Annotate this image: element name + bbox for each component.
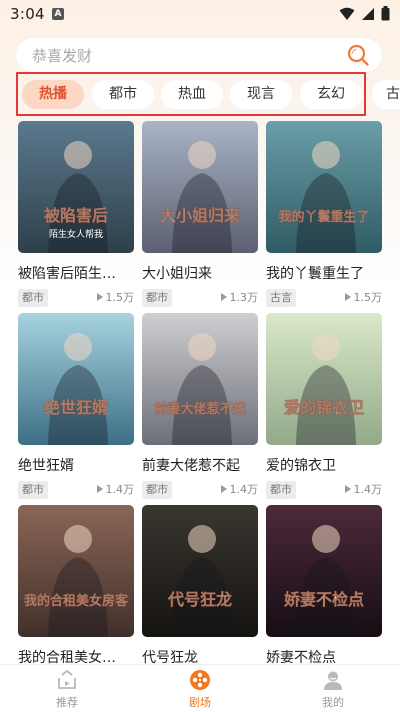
poster-title-text: 前妻大佬惹不起	[154, 401, 246, 417]
drama-title[interactable]: 我的丫鬟重生了	[266, 263, 384, 283]
poster-title-text: 代号狂龙	[167, 590, 232, 609]
genre-tag: 都市	[266, 481, 296, 499]
drama-poster-image: 爱的锦衣卫	[266, 313, 382, 445]
genre-tag: 都市	[142, 481, 172, 499]
nav-theater[interactable]: 剧场	[160, 669, 240, 710]
category-tabs: 热播 都市 热血 现言 玄幻 古	[0, 80, 400, 110]
poster-title-text: 被陷害后	[44, 206, 108, 225]
play-icon	[344, 485, 351, 493]
poster-title-text: 爱的锦衣卫	[284, 398, 364, 417]
drama-poster-image: 娇妻不检点	[266, 505, 382, 637]
drama-poster[interactable]: 被陷害后陌生女人帮我	[18, 121, 134, 253]
drama-card[interactable]: 绝世狂婿 绝世狂婿 都市 1.4万	[18, 313, 134, 503]
drama-poster[interactable]: 娇妻不检点	[266, 505, 382, 637]
view-count: 1.4万	[220, 482, 259, 498]
drama-card[interactable]: 爱的锦衣卫 爱的锦衣卫 都市 1.4万	[266, 313, 382, 503]
play-icon	[344, 293, 351, 301]
drama-poster[interactable]: 爱的锦衣卫	[266, 313, 382, 445]
view-count: 1.4万	[344, 482, 383, 498]
status-time: 3:04	[10, 5, 45, 23]
category-tab-action[interactable]: 热血	[161, 80, 223, 109]
nav-profile-label: 我的	[322, 696, 344, 709]
drama-card[interactable]: 代号狂龙 代号狂龙	[142, 505, 258, 666]
drama-card[interactable]: 娇妻不检点 娇妻不检点	[266, 505, 382, 666]
drama-poster-image: 被陷害后陌生女人帮我	[18, 121, 134, 253]
search-bar[interactable]: 恭喜发财	[16, 38, 382, 72]
view-count-value: 1.5万	[353, 291, 383, 304]
drama-poster[interactable]: 绝世狂婿	[18, 313, 134, 445]
wifi-icon	[339, 7, 355, 20]
drama-card[interactable]: 前妻大佬惹不起 前妻大佬惹不起 都市 1.4万	[142, 313, 258, 503]
drama-title[interactable]: 大小姐归来	[142, 263, 260, 283]
play-icon	[220, 293, 227, 301]
drama-title[interactable]: 被陷害后陌生…	[18, 263, 136, 283]
signal-icon	[362, 7, 374, 20]
category-tab-fantasy[interactable]: 玄幻	[300, 80, 362, 109]
view-count: 1.5万	[344, 290, 383, 306]
drama-title[interactable]: 前妻大佬惹不起	[142, 455, 260, 475]
play-icon	[96, 485, 103, 493]
poster-title-text: 我的丫鬟重生了	[278, 209, 369, 225]
view-count-value: 1.4万	[229, 483, 259, 496]
drama-card[interactable]: 我的丫鬟重生了 我的丫鬟重生了 古言 1.5万	[266, 121, 382, 311]
drama-poster-image: 我的合租美女房客	[18, 505, 134, 637]
drama-title[interactable]: 绝世狂婿	[18, 455, 136, 475]
genre-tag: 都市	[142, 289, 172, 307]
drama-card[interactable]: 我的合租美女房客 我的合租美女…	[18, 505, 134, 666]
notification-icon: A	[52, 8, 64, 20]
status-indicators	[339, 6, 390, 21]
view-count-value: 1.4万	[105, 483, 135, 496]
bottom-nav: 推荐 剧场 我的	[0, 664, 400, 712]
category-tab-hot[interactable]: 热播	[22, 80, 84, 109]
drama-poster[interactable]: 我的合租美女房客	[18, 505, 134, 637]
drama-poster-image: 大小姐归来	[142, 121, 258, 253]
search-icon[interactable]	[346, 43, 370, 67]
view-count: 1.3万	[220, 290, 259, 306]
nav-profile[interactable]: 我的	[293, 669, 373, 710]
category-tab-modern-romance[interactable]: 现言	[230, 80, 292, 109]
genre-tag: 古言	[266, 289, 296, 307]
theater-film-reel-icon	[190, 670, 210, 690]
view-count: 1.5万	[96, 290, 135, 306]
poster-subtitle-text: 陌生女人帮我	[49, 228, 103, 240]
play-icon	[220, 485, 227, 493]
category-tab-ancient[interactable]: 古	[372, 80, 400, 109]
view-count-value: 1.5万	[105, 291, 135, 304]
recommend-icon	[58, 669, 76, 689]
view-count: 1.4万	[96, 482, 135, 498]
view-count-value: 1.3万	[229, 291, 259, 304]
drama-card[interactable]: 被陷害后陌生女人帮我 被陷害后陌生… 都市 1.5万	[18, 121, 134, 311]
view-count-value: 1.4万	[353, 483, 383, 496]
drama-poster[interactable]: 前妻大佬惹不起	[142, 313, 258, 445]
play-icon	[96, 293, 103, 301]
category-tab-urban[interactable]: 都市	[92, 80, 154, 109]
nav-recommend-label: 推荐	[56, 696, 78, 709]
drama-poster-image: 前妻大佬惹不起	[142, 313, 258, 445]
genre-tag: 都市	[18, 289, 48, 307]
drama-poster-image: 绝世狂婿	[18, 313, 134, 445]
profile-icon	[324, 671, 342, 690]
poster-title-text: 娇妻不检点	[284, 590, 364, 609]
search-placeholder: 恭喜发财	[32, 47, 93, 65]
genre-tag: 都市	[18, 481, 48, 499]
poster-title-text: 我的合租美女房客	[24, 593, 129, 609]
drama-card[interactable]: 大小姐归来 大小姐归来 都市 1.3万	[142, 121, 258, 311]
drama-poster[interactable]: 大小姐归来	[142, 121, 258, 253]
battery-icon	[381, 6, 390, 21]
nav-theater-label: 剧场	[189, 696, 211, 709]
drama-poster[interactable]: 代号狂龙	[142, 505, 258, 637]
drama-poster-image: 代号狂龙	[142, 505, 258, 637]
nav-recommend[interactable]: 推荐	[27, 669, 107, 710]
poster-title-text: 绝世狂婿	[44, 398, 108, 417]
status-bar: 3:04 A	[0, 0, 400, 30]
drama-poster-image: 我的丫鬟重生了	[266, 121, 382, 253]
drama-poster[interactable]: 我的丫鬟重生了	[266, 121, 382, 253]
drama-title[interactable]: 爱的锦衣卫	[266, 455, 384, 475]
poster-title-text: 大小姐归来	[160, 206, 241, 225]
